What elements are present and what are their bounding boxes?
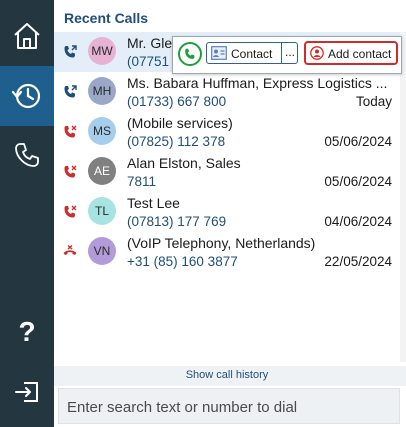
main-panel: Recent Calls MW Mr. Gle (07751 MH Ms. Ba… [54,0,406,427]
phone-number[interactable]: (07751 [127,54,169,69]
call-row[interactable]: MS (Mobile services) (07825) 112 378 05/… [54,112,400,152]
call-row[interactable]: AE Alan Elston, Sales 7811 05/06/2024 [54,152,400,192]
phone-icon [185,48,195,59]
contact-name: (Mobile services) [127,115,233,131]
phone-number[interactable]: (07813) 177 769 [127,214,226,229]
outgoing-call-icon [64,85,77,98]
missed-call-icon [64,165,77,178]
nav-help[interactable]: ? [0,310,54,354]
show-call-history-link[interactable]: Show call history [54,369,400,381]
contact-name: Test Lee [127,195,180,211]
help-icon: ? [18,316,36,347]
nav-dialer[interactable] [0,128,54,182]
contact-name: Alan Elston, Sales [127,155,241,171]
contact-more-button[interactable]: ... [281,43,298,63]
avatar: MH [88,77,116,105]
missed-call-icon [64,125,77,138]
contact-button[interactable]: Contact ... [206,42,298,64]
nav-home[interactable] [0,8,54,64]
contact-name: (VoIP Telephony, Netherlands) [127,235,316,251]
call-date: 04/06/2024 [324,214,392,229]
contact-card-icon [211,46,227,60]
nav-recent-calls[interactable] [0,66,54,126]
add-contact-label: Add contact [328,47,392,61]
call-date: Today [355,94,392,109]
call-action-popup: Contact ... Add contact [172,36,402,74]
avatar: MS [88,117,116,145]
history-bar: Show call history [54,366,406,386]
declined-call-icon [63,244,77,255]
call-button[interactable] [178,42,202,66]
missed-call-icon [64,205,77,218]
outgoing-call-icon [64,45,77,58]
add-contact-button[interactable]: Add contact [304,41,398,65]
call-date: 05/06/2024 [324,134,392,149]
nav-sign-out[interactable] [0,372,54,412]
scrollbar[interactable] [400,32,406,362]
phone-number[interactable]: (01733) 667 800 [127,94,226,109]
call-date: 22/05/2024 [324,254,392,269]
page-title: Recent Calls [64,10,149,26]
call-row[interactable]: VN (VoIP Telephony, Netherlands) +31 (85… [54,232,400,272]
search-box [58,388,400,425]
add-contact-icon [310,46,324,60]
avatar: AE [88,157,116,185]
exit-icon [15,382,38,402]
avatar: VN [88,237,116,265]
phone-number[interactable]: +31 (85) 160 3877 [127,254,238,269]
avatar: MW [88,37,116,65]
contact-name: Ms. Babara Huffman, Express Logistics ..… [127,75,388,91]
call-row[interactable]: MH Ms. Babara Huffman, Express Logistics… [54,72,400,112]
home-icon [14,23,40,49]
call-row[interactable]: TL Test Lee (07813) 177 769 04/06/2024 [54,192,400,232]
contact-label: Contact [231,47,273,61]
search-input[interactable] [65,389,395,425]
avatar: TL [88,197,116,225]
phone-number[interactable]: 7811 [127,174,156,189]
history-icon [11,83,41,109]
call-date: 05/06/2024 [324,174,392,189]
contact-name: Mr. Gle [127,35,173,51]
phone-number[interactable]: (07825) 112 378 [127,134,225,149]
sidebar: ? [0,0,54,427]
phone-icon [15,143,39,167]
